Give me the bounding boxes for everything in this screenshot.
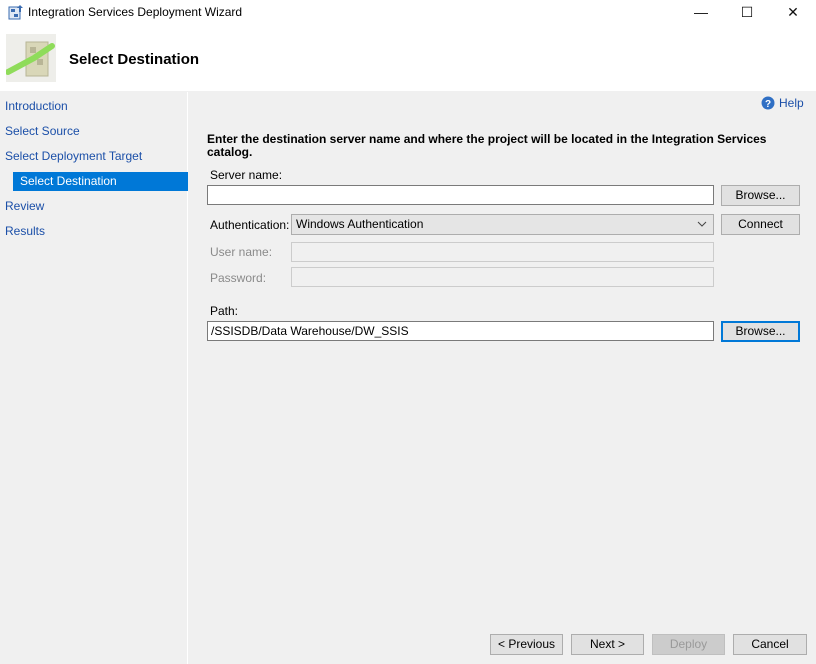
svg-text:?: ?	[765, 99, 771, 110]
server-browse-button[interactable]: Browse...	[721, 185, 800, 206]
help-label: Help	[779, 96, 804, 110]
minimize-button[interactable]: —	[678, 0, 724, 24]
wizard-header: Select Destination	[0, 24, 816, 91]
connect-button[interactable]: Connect	[721, 214, 800, 235]
instructions-text: Enter the destination server name and wh…	[207, 132, 767, 159]
user-name-label: User name:	[210, 245, 273, 259]
help-link[interactable]: ? Help	[761, 95, 804, 111]
nav-item-review[interactable]: Review	[5, 197, 188, 216]
deploy-button: Deploy	[652, 634, 725, 655]
nav-item-select-deployment-target[interactable]: Select Deployment Target	[5, 147, 188, 166]
page-title: Select Destination	[69, 51, 200, 68]
authentication-label: Authentication:	[210, 218, 290, 232]
password-label: Password:	[210, 271, 267, 285]
close-button[interactable]: ✕	[770, 0, 816, 24]
next-button[interactable]: Next >	[571, 634, 644, 655]
app-icon	[8, 5, 23, 20]
chevron-down-icon	[697, 221, 707, 227]
nav-item-introduction[interactable]: Introduction	[5, 97, 188, 116]
maximize-button[interactable]: ☐	[724, 0, 770, 24]
nav-item-select-source[interactable]: Select Source	[5, 122, 188, 141]
server-name-label: Server name:	[210, 168, 283, 182]
wizard-destination-icon	[6, 34, 56, 82]
help-icon: ?	[761, 96, 775, 110]
nav-item-select-destination[interactable]: Select Destination	[13, 172, 188, 191]
path-input[interactable]: /SSISDB/Data Warehouse/DW_SSIS	[207, 321, 714, 341]
cancel-button[interactable]: Cancel	[733, 634, 807, 655]
server-name-input[interactable]	[207, 185, 714, 205]
authentication-value: Windows Authentication	[296, 217, 424, 231]
window-title: Integration Services Deployment Wizard	[28, 5, 243, 19]
path-browse-button[interactable]: Browse...	[721, 321, 800, 342]
wizard-nav: Introduction Select Source Select Deploy…	[0, 92, 188, 664]
path-label: Path:	[210, 304, 239, 318]
authentication-select[interactable]: Windows Authentication	[291, 214, 714, 235]
previous-button[interactable]: < Previous	[490, 634, 563, 655]
main-panel: ? Help Enter the destination server name…	[190, 92, 816, 664]
nav-item-results[interactable]: Results	[5, 222, 188, 241]
password-input	[291, 267, 714, 287]
user-name-input	[291, 242, 714, 262]
title-bar: Integration Services Deployment Wizard —…	[0, 0, 816, 24]
